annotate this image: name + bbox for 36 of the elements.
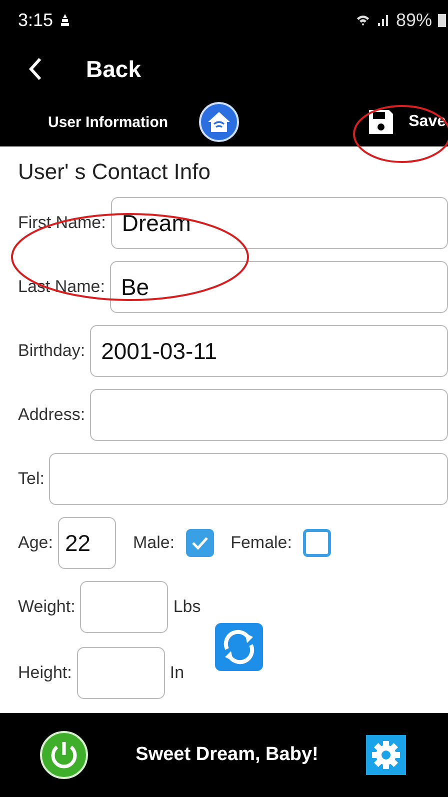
back-label[interactable]: Back (86, 56, 141, 83)
battery-icon (438, 13, 446, 28)
age-field[interactable]: 22 (58, 517, 116, 570)
unit-label: In (170, 663, 184, 684)
unit-label: Lbs (173, 597, 201, 618)
field-label: Tel: (18, 469, 44, 490)
home-wifi-icon[interactable] (199, 102, 240, 142)
section-heading: User' s Contact Info (18, 159, 212, 186)
field-label: Birthday: (18, 341, 86, 362)
checkbox[interactable] (302, 529, 331, 558)
toolbar-title: User Information (48, 114, 168, 131)
status-time: 3:15 (18, 10, 54, 31)
text-field[interactable]: Be (110, 261, 448, 314)
notification-icon (59, 13, 72, 28)
field-label: Age: (18, 533, 53, 554)
gender-label: Male: (132, 533, 175, 554)
checkbox[interactable] (186, 529, 214, 558)
gender-label: Female: (230, 533, 292, 554)
field-label: Weight: (18, 597, 76, 618)
field-label: Address: (18, 405, 86, 426)
number-field[interactable] (80, 581, 168, 634)
text-field[interactable]: Dream (110, 197, 448, 250)
signal-icon (376, 13, 390, 28)
text-field[interactable] (49, 453, 448, 506)
settings-icon[interactable] (366, 735, 406, 776)
field-label: Last Name: (18, 277, 105, 298)
refresh-icon[interactable] (214, 623, 263, 672)
back-icon[interactable] (28, 57, 42, 82)
footer-title: Sweet Dream, Baby! (134, 744, 320, 766)
number-field[interactable] (76, 647, 165, 700)
battery-percent: 89% (396, 10, 432, 31)
field-label: Height: (18, 663, 72, 684)
text-field[interactable] (90, 389, 448, 442)
wifi-icon (356, 13, 370, 28)
text-field[interactable]: 2001-03-11 (90, 325, 448, 378)
power-icon[interactable] (40, 731, 88, 780)
